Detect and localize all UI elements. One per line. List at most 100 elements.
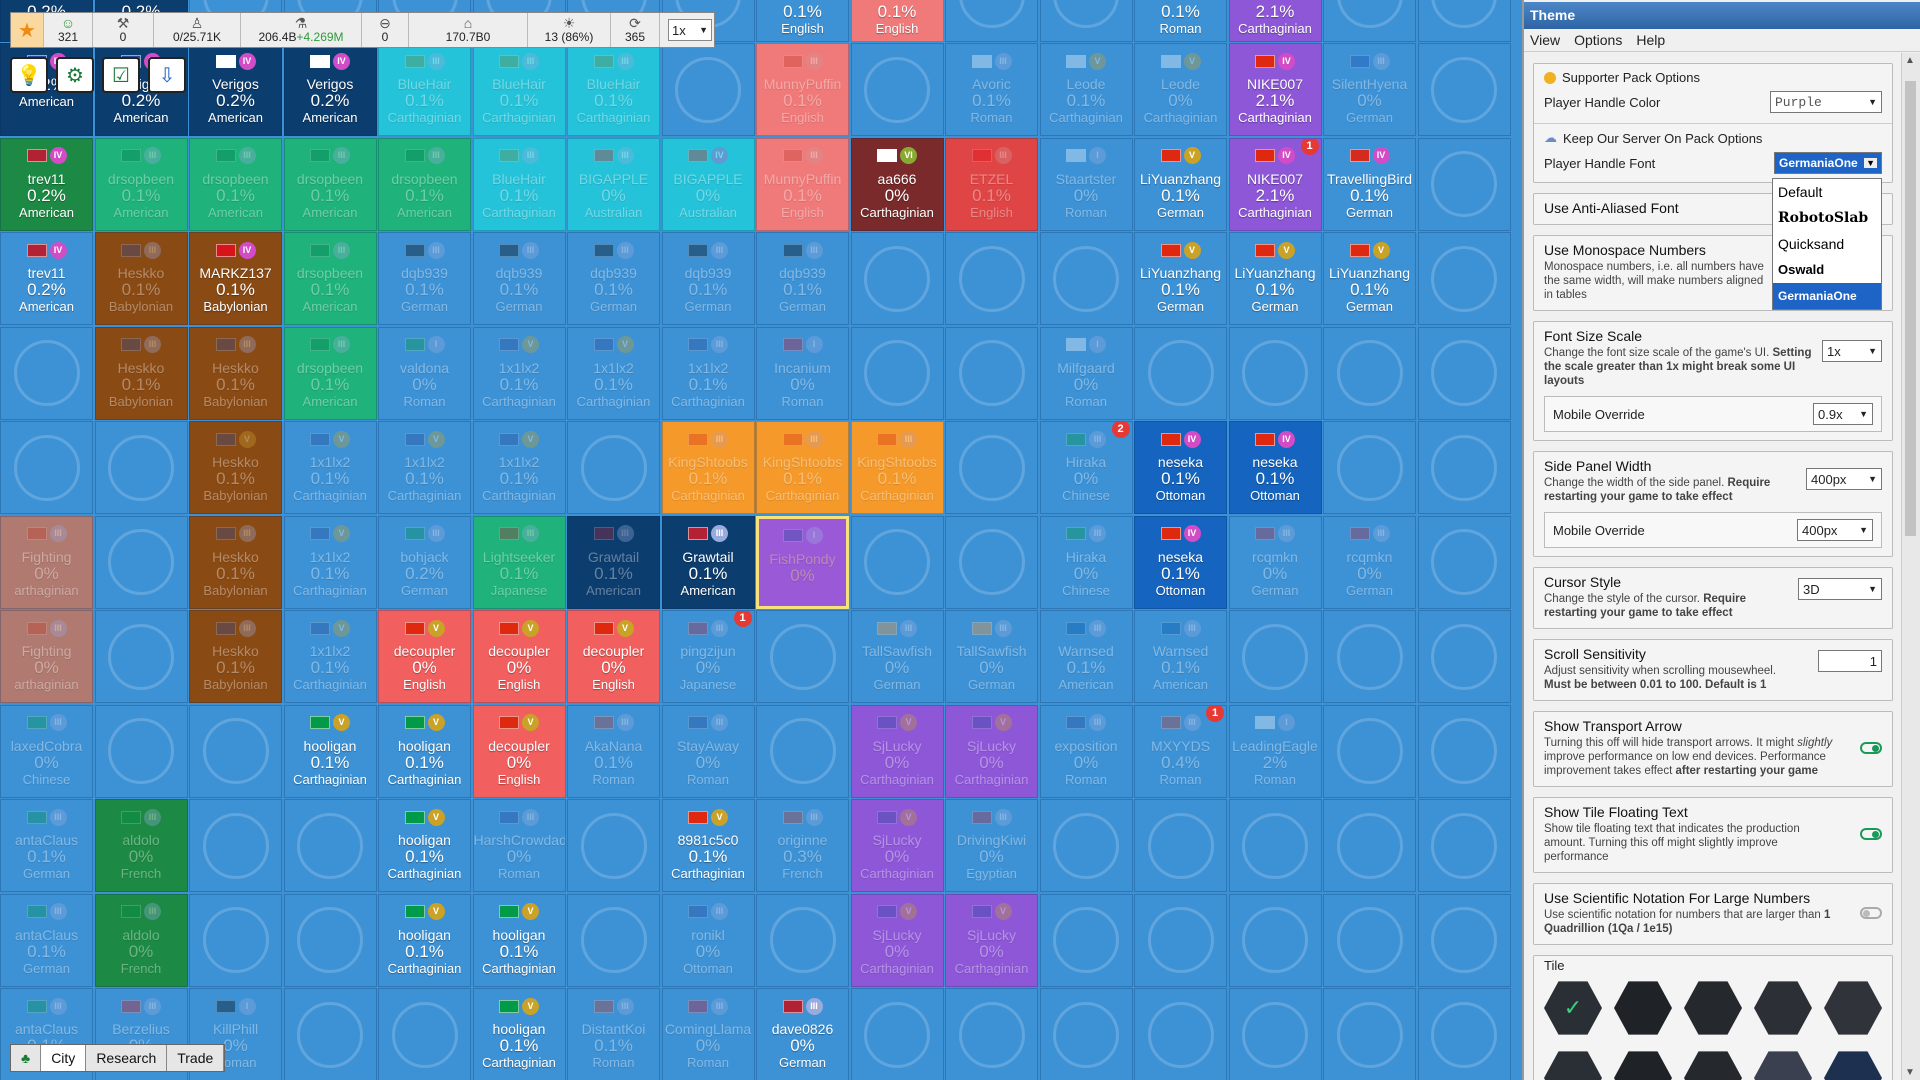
map-cell[interactable] (0, 326, 93, 420)
tile[interactable]: III KingShtoobs 0.1% Carthaginian (850, 421, 944, 514)
transport-toggle[interactable] (1860, 742, 1882, 754)
map-cell[interactable] (283, 799, 377, 892)
map-cell[interactable] (945, 0, 1038, 42)
map-cell[interactable] (189, 893, 282, 987)
tile[interactable]: III Warnsed 0.1% American (1134, 610, 1227, 703)
tile[interactable]: V 8981c5c0 0.1% Carthaginian (661, 799, 755, 892)
quick-button-4[interactable]: ⇩ (148, 57, 186, 93)
font-size-mobile-select[interactable]: 0.9x ▼ (1813, 403, 1873, 425)
scientific-toggle[interactable] (1860, 907, 1882, 919)
tile[interactable]: V SjLucky 0% Carthaginian (850, 799, 944, 892)
map-cell[interactable] (1417, 43, 1511, 136)
tile[interactable]: III Warnsed 0.1% American (1039, 610, 1133, 703)
map-cell[interactable] (1417, 893, 1511, 987)
tile[interactable]: III DrivingKiwi 0% Egyptian (945, 799, 1038, 892)
map-cell[interactable] (1417, 232, 1511, 325)
tile[interactable]: III dqb939 0.1% German (661, 232, 755, 325)
tile-option-8[interactable] (1684, 1051, 1742, 1080)
tile[interactable]: III rcqmkn 0% German (1323, 515, 1416, 609)
tile[interactable]: IV trev11 0.2% American (0, 137, 93, 231)
tile[interactable]: IV neseka 0.1% Ottoman (1134, 515, 1227, 609)
tile[interactable]: III drsopbeen 0.1% American (283, 232, 377, 325)
map-cell[interactable] (850, 515, 944, 609)
tile[interactable]: V Leode 0.1% Carthaginian (1039, 43, 1133, 136)
map-cell[interactable] (945, 232, 1038, 325)
tile[interactable]: III Fighting 0% arthaginian (0, 515, 93, 609)
tile[interactable]: III aldolo 0% French (94, 799, 188, 892)
map-cell[interactable] (1417, 515, 1511, 609)
tile[interactable]: IV MARKZ137 0.1% Babylonian (189, 232, 282, 325)
map-cell[interactable] (567, 893, 660, 987)
tile[interactable]: III SilentHyena 0% German (1323, 43, 1416, 136)
tile[interactable]: III ronikl 0% Ottoman (661, 893, 755, 987)
tile[interactable]: Vhooligan 0.1% Carthaginian (378, 704, 471, 798)
tile[interactable]: IV TravellingBird 0.1% German (1323, 137, 1416, 231)
map-cell[interactable] (850, 326, 944, 420)
map-cell[interactable] (1039, 0, 1133, 42)
tile[interactable]: III AkaNana 0.1% Roman (567, 704, 660, 798)
map-cell[interactable] (1417, 610, 1511, 703)
tile[interactable]: I Milfgaard 0% Roman (1039, 326, 1133, 420)
tile[interactable]: V LiYuanzhang 0.1% German (1134, 232, 1227, 325)
tile[interactable]: Vdecoupler 0% English (567, 610, 660, 703)
quick-button-1[interactable]: 💡 (10, 57, 48, 93)
tile[interactable]: V 1x1lx2 0.1% Carthaginian (472, 421, 566, 514)
tile[interactable]: III drsopbeen 0.1% American (94, 137, 188, 231)
tile[interactable]: V Leode 0% Carthaginian (1134, 43, 1227, 136)
tile[interactable]: III BIGAPPLE 0% Australian (567, 137, 660, 231)
map-cell[interactable] (1228, 893, 1322, 987)
map-cell[interactable] (1417, 988, 1511, 1080)
tile[interactable]: V 1x1lx2 0.1% Carthaginian (378, 421, 471, 514)
tile[interactable]: III originne 0.3% French (756, 799, 849, 892)
tile[interactable]: IV trev11 0.2% American (0, 232, 93, 325)
quick-button-2[interactable]: ⚙ (56, 57, 94, 93)
tile[interactable]: Ivaldona 0% Roman (378, 326, 471, 420)
tile[interactable]: Vdecoupler 0% English (378, 610, 471, 703)
map-cell[interactable] (1228, 988, 1322, 1080)
tile[interactable]: III laxedCobra 0% Chinese (0, 704, 93, 798)
handle-font-select[interactable]: GermaniaOne ▼ (1774, 152, 1882, 174)
scroll-input[interactable]: 1 (1818, 650, 1882, 672)
tile[interactable]: V 1x1lx2 0.1% Carthaginian (472, 326, 566, 420)
menu-view[interactable]: View (1530, 29, 1560, 51)
tile[interactable]: III Avoric 0.1% Roman (945, 43, 1038, 136)
tile[interactable]: III DistantKoi 0.1% Roman (567, 988, 660, 1080)
map-cell[interactable] (378, 988, 471, 1080)
speed-select[interactable]: 1x ▼ (668, 19, 712, 41)
tile[interactable]: III drsopbeen 0.1% American (283, 137, 377, 231)
map-cell[interactable] (661, 43, 755, 136)
tile[interactable]: III Heskko 0.1% Babylonian (189, 610, 282, 703)
map-cell[interactable] (1323, 988, 1416, 1080)
map-cell[interactable] (1417, 0, 1511, 42)
side-panel-mobile-select[interactable]: 400px ▼ (1797, 519, 1873, 541)
tile-option-6[interactable] (1544, 1051, 1602, 1080)
tile[interactable]: III 1x1lx2 0.1% Carthaginian (661, 326, 755, 420)
map-cell[interactable] (283, 988, 377, 1080)
tile[interactable]: III Heskko 0.1% Babylonian (189, 515, 282, 609)
map-cell[interactable] (1323, 704, 1416, 798)
tile-option-4[interactable] (1754, 981, 1812, 1035)
tile[interactable]: I Staartster 0% Roman (1039, 137, 1133, 231)
tile[interactable]: Vhooligan 0.1% Carthaginian (472, 988, 566, 1080)
font-option-germaniaone[interactable]: GermaniaOne (1773, 283, 1881, 309)
tile-option-5[interactable] (1824, 981, 1882, 1035)
handle-color-select[interactable]: Purple ▼ (1770, 91, 1882, 113)
map-cell[interactable] (94, 515, 188, 609)
menu-options[interactable]: Options (1574, 29, 1622, 51)
tile[interactable]: V LiYuanzhang 0.1% German (1323, 232, 1416, 325)
map-cell[interactable] (94, 421, 188, 514)
map-cell[interactable] (0, 421, 93, 514)
tile[interactable]: VI aa666 0% Carthaginian (850, 137, 944, 231)
map-cell[interactable] (1417, 137, 1511, 231)
tile[interactable]: III drsopbeen 0.1% American (283, 326, 377, 420)
tile[interactable]: Vhooligan 0.1% Carthaginian (378, 893, 471, 987)
tile[interactable]: III pingzijun 0% Japanese 1 (661, 610, 755, 703)
tile[interactable]: III TallSawfish 0% German (850, 610, 944, 703)
tile[interactable]: III dqb939 0.1% German (472, 232, 566, 325)
map-cell[interactable] (567, 799, 660, 892)
tile[interactable]: V 1x1lx2 0.1% Carthaginian (283, 515, 377, 609)
tile[interactable]: III Lightseeker 0.1% Japanese (472, 515, 566, 609)
tile[interactable]: III aldolo 0% French (94, 893, 188, 987)
tile[interactable]: III MunnyPuffin 0.1% English (756, 137, 849, 231)
tile[interactable]: IV NIKE007 2.1% Carthaginian (1228, 43, 1322, 136)
